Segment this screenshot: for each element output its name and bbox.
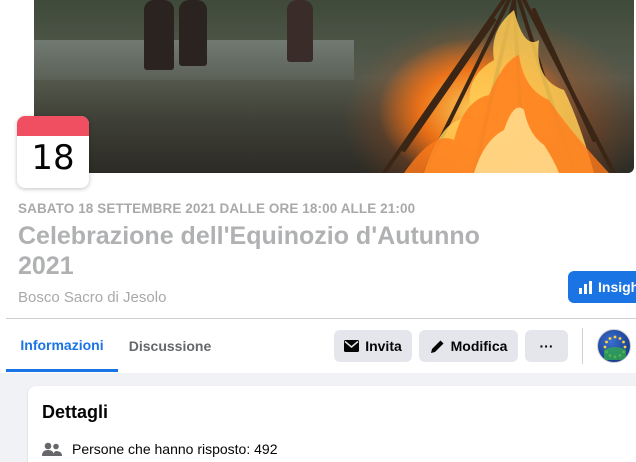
edit-label: Modifica — [450, 338, 508, 354]
tab-discussione[interactable]: Discussione — [124, 320, 216, 372]
action-separator — [582, 328, 583, 364]
header-divider — [6, 318, 636, 319]
more-options-button[interactable]: ··· — [525, 330, 568, 362]
host-avatar[interactable] — [597, 329, 631, 363]
date-badge: 18 — [17, 116, 89, 188]
cover-figure — [179, 0, 207, 66]
event-datetime: SABATO 18 SETTEMBRE 2021 DALLE ORE 18:00… — [18, 201, 416, 216]
people-icon — [42, 442, 62, 456]
date-badge-band — [17, 116, 89, 136]
invite-button[interactable]: Invita — [334, 330, 412, 362]
eu-stars-icon — [603, 335, 627, 360]
tab-label: Discussione — [128, 338, 212, 354]
envelope-icon — [344, 340, 360, 352]
cover-figure — [287, 0, 313, 62]
insights-button[interactable]: Insigh — [568, 271, 636, 303]
details-title: Dettagli — [42, 402, 109, 422]
tab-informazioni[interactable]: Informazioni — [6, 320, 118, 372]
bar-chart-icon — [579, 280, 592, 294]
event-location[interactable]: Bosco Sacro di Jesolo — [18, 289, 166, 306]
date-badge-day: 18 — [31, 138, 75, 178]
more-icon: ··· — [539, 338, 554, 354]
responders-row: Persone che hanno risposto: 492 — [42, 441, 277, 457]
edit-button[interactable]: Modifica — [419, 330, 518, 362]
event-cover-photo[interactable] — [34, 0, 634, 173]
tab-label: Informazioni — [20, 336, 104, 353]
pencil-icon — [430, 340, 444, 353]
event-title: Celebrazione dell'Equinozio d'Autunno 20… — [18, 222, 480, 280]
event-header-card: 18 SABATO 18 SETTEMBRE 2021 DALLE ORE 18… — [0, 0, 636, 373]
details-card: Dettagli Persone che hanno risposto: 492 — [28, 386, 636, 462]
cover-figure — [144, 0, 174, 70]
responders-count: Persone che hanno risposto: 492 — [72, 441, 278, 457]
bonfire-graphic — [382, 0, 616, 173]
insights-label: Insigh — [598, 279, 636, 295]
invite-label: Invita — [365, 338, 402, 354]
